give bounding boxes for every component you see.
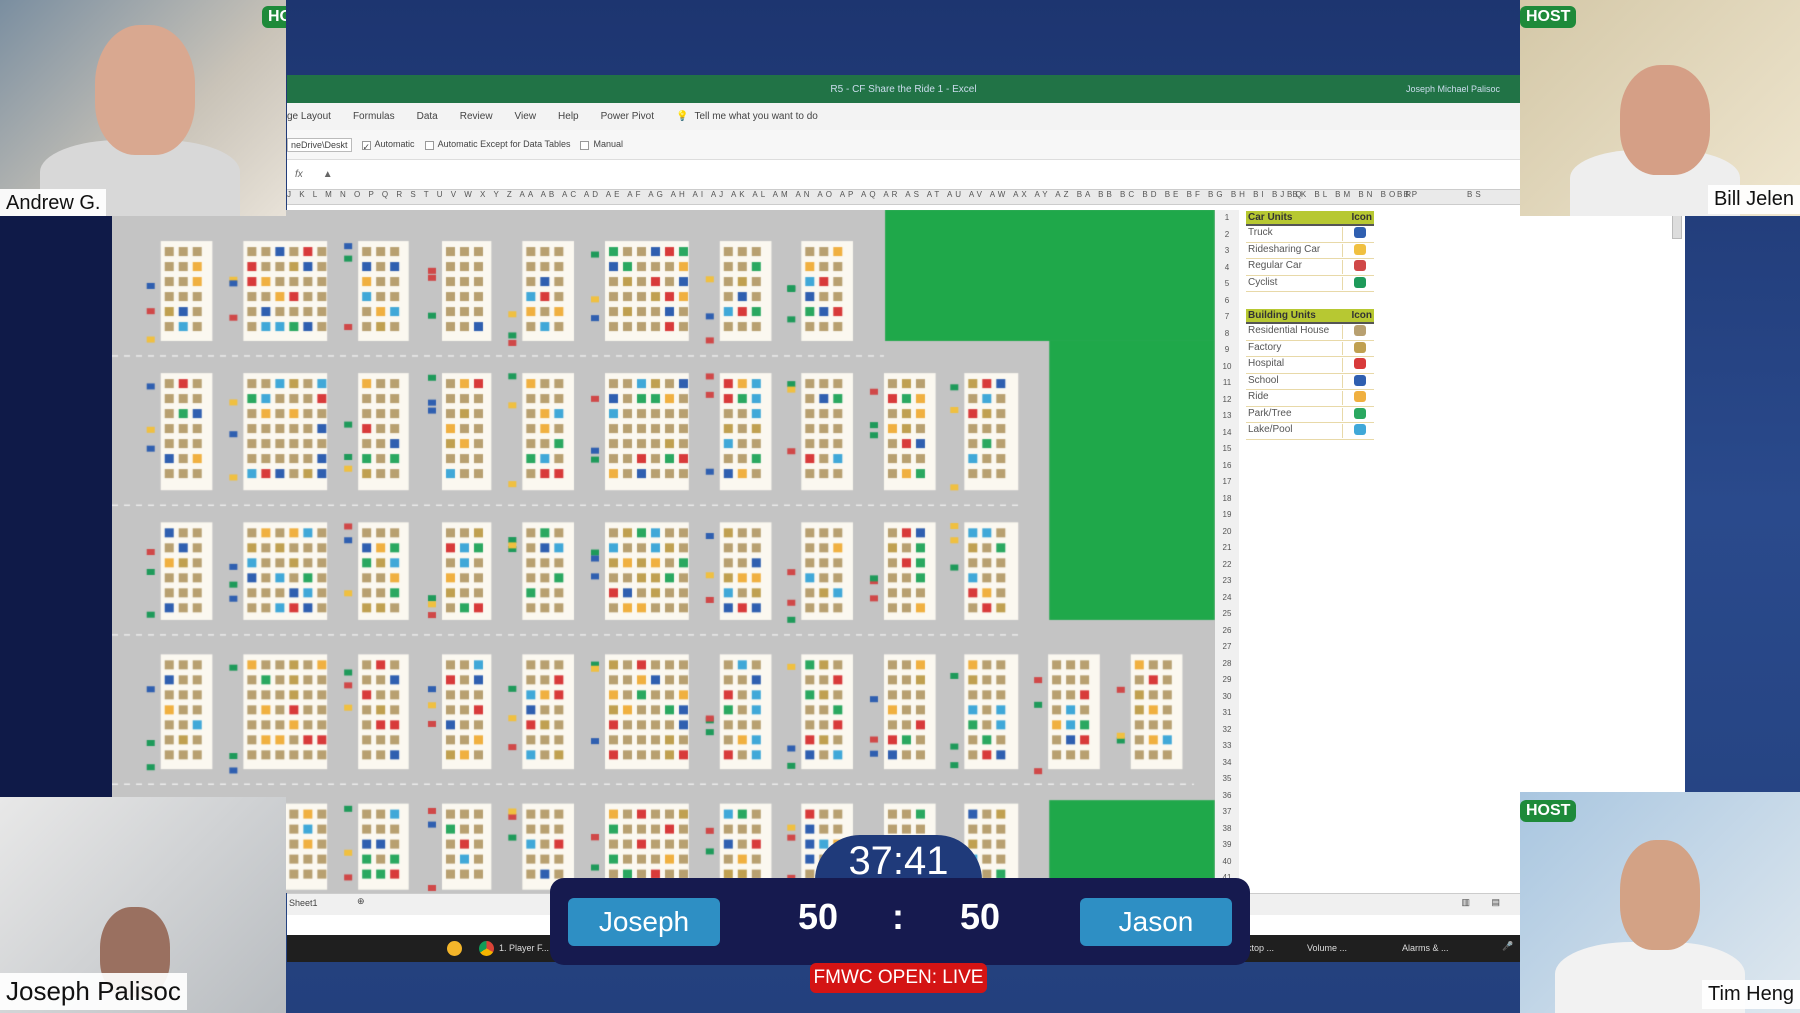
app-icon[interactable] <box>447 941 462 956</box>
video-tile-joseph[interactable]: Joseph Palisoc <box>0 797 286 1013</box>
excel-title-bar: R5 - CF Share the Ride 1 - Excel Joseph … <box>287 75 1520 103</box>
rideshare-car-icon <box>1354 243 1366 255</box>
checkbox-checked-icon: ✓ <box>361 140 371 152</box>
legend-row: Ridesharing Car <box>1246 243 1374 259</box>
ribbon-tabs: ge Layout Formulas Data Review View Help… <box>287 103 1520 130</box>
checkbox-icon <box>580 140 590 150</box>
legend-column-header: BQ <box>1287 190 1305 199</box>
participant-name: Joseph Palisoc <box>0 973 187 1010</box>
video-tile-tim[interactable]: HOST Tim Heng <box>1520 792 1800 1013</box>
ride-icon <box>1354 391 1366 402</box>
taskbar-item[interactable]: Volume ... <box>1307 943 1347 953</box>
taskbar-item[interactable]: 1. Player F... <box>499 943 549 953</box>
formula-content-icon: ▲ <box>322 169 333 180</box>
host-badge: HOST <box>1520 6 1577 28</box>
participant-video <box>1620 65 1710 175</box>
legend-row: Cyclist <box>1246 276 1374 292</box>
legend-column-header: BS <box>1467 190 1484 199</box>
tab-help[interactable]: Help <box>558 111 579 122</box>
chrome-icon[interactable] <box>479 941 494 956</box>
legend-row: Park/Tree <box>1246 407 1374 423</box>
fx-icon: fx <box>295 169 303 180</box>
normal-view-icon[interactable]: ▥ <box>1461 897 1470 908</box>
legend-column-header: BR <box>1397 190 1415 199</box>
regular-car-icon <box>1354 260 1366 271</box>
legend-row: Truck <box>1246 226 1374 243</box>
legend-row: Regular Car <box>1246 259 1374 276</box>
path-dropdown[interactable]: neDrive\Deskt <box>287 137 352 152</box>
checkbox-icon <box>424 140 434 150</box>
player2-name: Jason <box>1080 898 1232 946</box>
truck-icon <box>1354 227 1366 238</box>
building-units-legend: Building Units Icon Residential House Fac… <box>1246 309 1374 440</box>
participant-video <box>95 25 195 155</box>
legend-row: Lake/Pool <box>1246 423 1374 440</box>
tab-review[interactable]: Review <box>460 111 493 122</box>
column-headers: J K L M N O P Q R S T U V W X Y Z AA AB … <box>287 190 1520 205</box>
microphone-icon[interactable]: 🎤 <box>1502 941 1513 952</box>
manual-option[interactable]: Manual <box>580 139 623 150</box>
legend-row: Residential House <box>1246 324 1374 341</box>
factory-icon <box>1354 341 1366 353</box>
house-icon <box>1354 325 1366 336</box>
legend-row: School <box>1246 374 1374 390</box>
score-separator: : <box>892 896 904 937</box>
lightbulb-icon: 💡 <box>675 111 689 122</box>
host-badge: HOST <box>1520 800 1577 822</box>
video-tile-bill[interactable]: HOST Bill Jelen <box>1520 0 1800 216</box>
car-units-legend: Car Units Icon Truck Ridesharing Car Regu… <box>1246 211 1374 292</box>
account-name[interactable]: Joseph Michael Palisoc <box>1406 84 1500 94</box>
page-layout-view-icon[interactable]: ▤ <box>1491 897 1500 908</box>
cyclist-icon <box>1354 276 1366 288</box>
row-headers: 1 2 3 4 5 6 7 8 9 10 11 12 13 14 15 16 17 18 19 20 21 22 23 24 2… <box>1215 210 1239 893</box>
tab-data[interactable]: Data <box>417 111 438 122</box>
legend-row: Hospital <box>1246 357 1374 374</box>
background-panel <box>0 216 112 797</box>
spreadsheet-city-map[interactable] <box>112 210 1215 893</box>
window-title: R5 - CF Share the Ride 1 - Excel <box>830 83 977 95</box>
taskbar-item[interactable]: ktop ... <box>1247 943 1274 953</box>
tab-view[interactable]: View <box>515 111 537 122</box>
legend-row: Factory <box>1246 341 1374 357</box>
legend-row: Ride <box>1246 390 1374 407</box>
pool-icon <box>1354 424 1366 435</box>
automatic-option[interactable]: ✓ Automatic <box>361 139 415 152</box>
scoreboard: Joseph 50 : 50 Jason <box>550 878 1250 965</box>
participant-name: Bill Jelen <box>1707 185 1800 214</box>
player1-score: 50 <box>798 896 839 937</box>
calculation-options: neDrive\Deskt ✓ Automatic Automatic Excep… <box>287 130 1520 160</box>
hospital-icon <box>1354 358 1366 369</box>
live-badge: FMWC OPEN: LIVE <box>810 963 987 993</box>
participant-video <box>1620 840 1700 950</box>
sheet-tab[interactable]: Sheet1 <box>289 898 318 908</box>
video-tile-andrew[interactable]: HOST Andrew G. <box>0 0 286 216</box>
taskbar-item[interactable]: Alarms & ... <box>1402 943 1449 953</box>
tell-me-input[interactable]: Tell me what you want to do <box>694 111 817 122</box>
tab-power-pivot[interactable]: Power Pivot <box>601 111 654 122</box>
host-badge: HOST <box>262 6 286 28</box>
add-sheet-icon[interactable]: ⊕ <box>357 896 365 907</box>
vertical-scrollbar[interactable] <box>1672 215 1682 239</box>
school-icon <box>1354 374 1366 386</box>
formula-bar[interactable]: fx ▲ <box>287 160 1520 190</box>
automatic-except-option[interactable]: Automatic Except for Data Tables <box>424 139 570 150</box>
participant-name: Tim Heng <box>1702 980 1800 1009</box>
tree-icon <box>1354 407 1366 419</box>
tab-formulas[interactable]: Formulas <box>353 111 395 122</box>
player2-score: 50 <box>960 896 1001 937</box>
participant-name: Andrew G. <box>0 189 107 216</box>
tab-page-layout[interactable]: ge Layout <box>287 111 331 122</box>
player1-name: Joseph <box>568 898 720 946</box>
